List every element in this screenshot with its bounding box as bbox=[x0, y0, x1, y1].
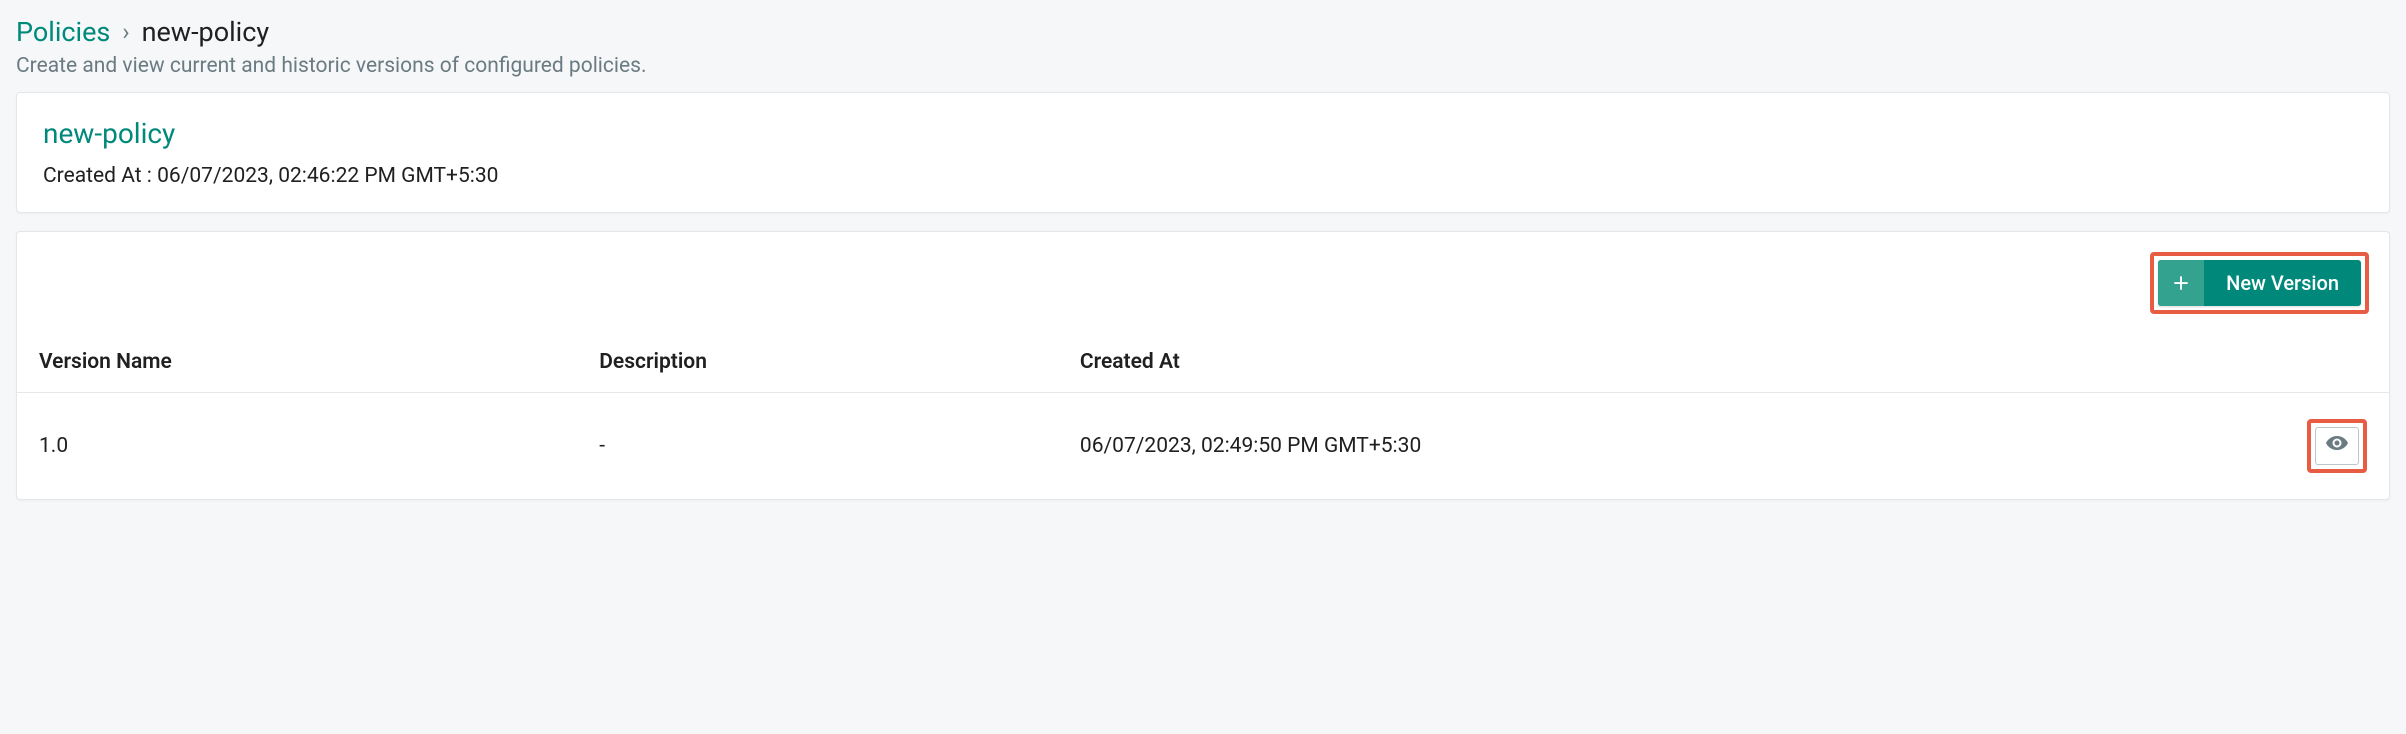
breadcrumb-current: new-policy bbox=[142, 16, 270, 48]
view-version-button[interactable] bbox=[2315, 427, 2359, 465]
plus-icon bbox=[2158, 260, 2204, 306]
new-version-button[interactable]: New Version bbox=[2158, 260, 2361, 306]
policy-header-card: new-policy Created At : 06/07/2023, 02:4… bbox=[16, 92, 2390, 213]
breadcrumb: Policies › new-policy bbox=[16, 16, 2390, 48]
cell-description: - bbox=[577, 393, 1058, 500]
cell-version-name: 1.0 bbox=[17, 393, 577, 500]
policy-created-at: Created At : 06/07/2023, 02:46:22 PM GMT… bbox=[43, 164, 2363, 188]
col-description: Description bbox=[577, 332, 1058, 393]
eye-icon bbox=[2325, 431, 2349, 461]
policy-title: new-policy bbox=[43, 117, 2363, 150]
col-created-at: Created At bbox=[1058, 332, 2279, 393]
col-actions bbox=[2279, 332, 2389, 393]
new-version-highlight: New Version bbox=[2150, 252, 2369, 314]
versions-card: New Version Version Name Description Cre… bbox=[16, 231, 2390, 500]
col-version-name: Version Name bbox=[17, 332, 577, 393]
breadcrumb-separator: › bbox=[122, 18, 129, 46]
view-highlight bbox=[2307, 419, 2367, 473]
breadcrumb-policies-link[interactable]: Policies bbox=[16, 16, 110, 48]
page-subheading: Create and view current and historic ver… bbox=[16, 54, 2390, 78]
versions-table: Version Name Description Created At 1.0 … bbox=[17, 332, 2389, 499]
table-row: 1.0 - 06/07/2023, 02:49:50 PM GMT+5:30 bbox=[17, 393, 2389, 500]
cell-created-at: 06/07/2023, 02:49:50 PM GMT+5:30 bbox=[1058, 393, 2279, 500]
new-version-label: New Version bbox=[2204, 260, 2361, 306]
